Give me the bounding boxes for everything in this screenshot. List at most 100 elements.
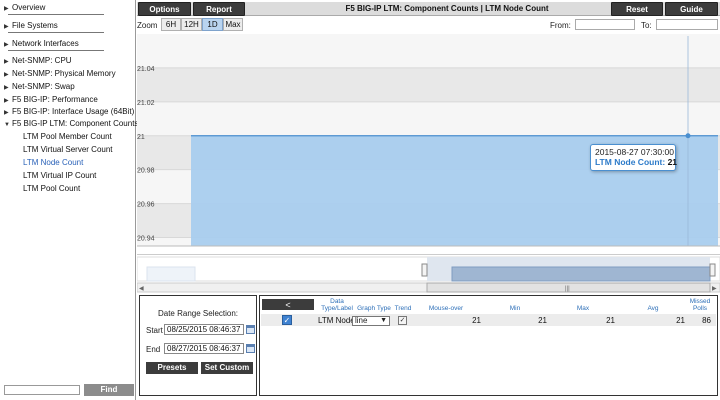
expand-arrow-icon: ▶ bbox=[4, 98, 9, 104]
sidebar-subitem-ltm-virtual-ip-count[interactable]: LTM Virtual IP Count bbox=[23, 171, 96, 180]
row-label: LTM Node bbox=[318, 316, 352, 325]
row-avg: 21 bbox=[676, 316, 685, 325]
from-date-input[interactable] bbox=[575, 19, 635, 30]
header-missed-polls: Missed Polls bbox=[689, 298, 711, 312]
sidebar-item-network-interfaces[interactable]: ▶ Network Interfaces bbox=[4, 39, 79, 48]
header-mouse-over: Mouse-over bbox=[428, 305, 464, 312]
navigator-handle-left[interactable] bbox=[421, 263, 428, 277]
expand-arrow-icon: ▶ bbox=[4, 24, 9, 30]
expand-arrow-icon: ▶ bbox=[4, 42, 9, 48]
hover-marker bbox=[685, 133, 691, 139]
tooltip-date: 2015-08-27 07:30:00 bbox=[595, 147, 674, 157]
sidebar-subitem-ltm-pool-count[interactable]: LTM Pool Count bbox=[23, 184, 80, 193]
reset-button[interactable]: Reset bbox=[611, 2, 663, 16]
nav-divider bbox=[8, 14, 104, 15]
scroll-left-icon[interactable]: ◀ bbox=[139, 286, 144, 292]
chart-band bbox=[137, 101, 720, 136]
find-button[interactable]: Find bbox=[84, 384, 134, 396]
sidebar-subitem-ltm-virtual-server-count[interactable]: LTM Virtual Server Count bbox=[23, 145, 113, 154]
scrollbar-grip-icon: ||| bbox=[565, 286, 570, 292]
sidebar-item-f5-ltm-component-counts[interactable]: ▼ F5 BIG-IP LTM: Component Counts bbox=[4, 119, 138, 128]
header-trend: Trend bbox=[394, 305, 412, 312]
from-label: From: bbox=[550, 21, 571, 30]
top-toolbar: Options Report F5 BIG-IP LTM: Component … bbox=[137, 2, 720, 16]
expand-arrow-icon: ▶ bbox=[4, 72, 9, 78]
end-label: End bbox=[146, 345, 161, 354]
trend-checkbox[interactable]: ✓ bbox=[398, 316, 407, 325]
start-label: Start bbox=[146, 326, 163, 335]
sidebar-item-f5-performance[interactable]: ▶ F5 BIG-IP: Performance bbox=[4, 95, 98, 104]
sidebar-item-f5-interface-usage[interactable]: ▶ F5 BIG-IP: Interface Usage (64Bit) bbox=[4, 107, 134, 116]
sidebar-subitem-ltm-pool-member-count[interactable]: LTM Pool Member Count bbox=[23, 132, 112, 141]
zoom-12h-button[interactable]: 12H bbox=[181, 18, 202, 31]
zoom-1d-button[interactable]: 1D bbox=[202, 18, 223, 31]
y-tick-label: 20.96 bbox=[137, 202, 155, 209]
y-tick-label: 20.94 bbox=[137, 236, 155, 243]
series-visible-checkbox[interactable]: ✓ bbox=[282, 315, 292, 325]
expand-arrow-icon: ▶ bbox=[4, 59, 9, 65]
expand-arrow-icon: ▶ bbox=[4, 110, 9, 116]
date-range-panel: Date Range Selection: Start 08/25/2015 0… bbox=[139, 295, 257, 396]
y-tick-label: 21.02 bbox=[137, 100, 155, 107]
guide-button[interactable]: Guide bbox=[665, 2, 718, 16]
to-date-input[interactable] bbox=[656, 19, 718, 30]
header-data-type: Data Type/Label bbox=[321, 298, 353, 312]
collapse-arrow-icon: ▼ bbox=[4, 122, 10, 128]
options-button[interactable]: Options bbox=[138, 2, 191, 16]
zoom-bar: Zoom 6H 12H 1D Max From: To: bbox=[137, 17, 720, 34]
sidebar-nav: ▶ Overview ▶ File Systems ▶ Network Interfa… bbox=[0, 0, 138, 400]
sidebar-item-overview[interactable]: ▶ Overview bbox=[4, 3, 45, 12]
nav-divider bbox=[8, 32, 104, 33]
scroll-right-icon[interactable]: ▶ bbox=[712, 286, 717, 292]
row-mouse-over: 21 bbox=[472, 316, 481, 325]
navigator-series-ghost bbox=[146, 266, 196, 282]
report-button[interactable]: Report bbox=[193, 2, 245, 16]
expand-arrow-icon: ▶ bbox=[4, 6, 9, 12]
range-navigator[interactable]: ||| ◀ ▶ bbox=[136, 254, 720, 293]
chevron-down-icon: ▼ bbox=[380, 317, 387, 324]
data-table-panel: < Data Type/Label Graph Type Trend Mouse… bbox=[259, 295, 718, 396]
sidebar-item-net-snmp-cpu[interactable]: ▶ Net-SNMP: CPU bbox=[4, 56, 72, 65]
chart-band bbox=[137, 34, 720, 68]
navigator-handle-right[interactable] bbox=[709, 263, 716, 277]
zoom-6h-button[interactable]: 6H bbox=[161, 18, 181, 31]
time-series-chart[interactable]: 21.04 21.02 21 20.98 20.96 20.94 bbox=[137, 34, 720, 250]
chart-band bbox=[137, 67, 720, 102]
navigator-svg: ||| ◀ ▶ bbox=[136, 256, 720, 293]
tooltip-series: LTM Node Count: 21 bbox=[595, 157, 678, 167]
tooltip-value: 21 bbox=[667, 157, 678, 167]
presets-button[interactable]: Presets bbox=[146, 362, 198, 374]
expand-arrow-icon: ▶ bbox=[4, 85, 9, 91]
sidebar-item-net-snmp-swap[interactable]: ▶ Net-SNMP: Swap bbox=[4, 82, 75, 91]
y-tick-label: 21.04 bbox=[137, 66, 155, 73]
nav-divider bbox=[8, 50, 104, 51]
sidebar-subitem-ltm-node-count[interactable]: LTM Node Count bbox=[23, 158, 83, 167]
end-date-input[interactable]: 08/27/2015 08:46:37 bbox=[164, 343, 244, 354]
find-input[interactable] bbox=[4, 385, 80, 395]
header-graph-type: Graph Type bbox=[357, 305, 391, 312]
back-button[interactable]: < bbox=[262, 299, 314, 310]
row-max: 21 bbox=[606, 316, 615, 325]
y-tick-label: 20.98 bbox=[137, 168, 155, 175]
to-label: To: bbox=[641, 21, 652, 30]
header-max: Max bbox=[576, 305, 590, 312]
zoom-label: Zoom bbox=[137, 21, 158, 30]
chart-area[interactable]: 21.04 21.02 21 20.98 20.96 20.94 2015-08-27 0… bbox=[137, 34, 720, 250]
page-title: F5 BIG-IP LTM: Component Counts | LTM No… bbox=[345, 4, 549, 13]
tooltip-series-name: LTM Node Count bbox=[595, 157, 663, 167]
calendar-icon[interactable] bbox=[246, 344, 255, 353]
sidebar-item-net-snmp-physical-memory[interactable]: ▶ Net-SNMP: Physical Memory bbox=[4, 69, 116, 78]
row-min: 21 bbox=[538, 316, 547, 325]
calendar-icon[interactable] bbox=[246, 325, 255, 334]
date-range-title: Date Range Selection: bbox=[157, 309, 239, 318]
set-custom-button[interactable]: Set Custom bbox=[201, 362, 253, 374]
sidebar-item-file-systems[interactable]: ▶ File Systems bbox=[4, 21, 58, 30]
header-min: Min bbox=[509, 305, 521, 312]
zoom-max-button[interactable]: Max bbox=[223, 18, 243, 31]
start-date-input[interactable]: 08/25/2015 08:46:37 bbox=[164, 324, 244, 335]
chart-tooltip: 2015-08-27 07:30:00 LTM Node Count: 21 bbox=[590, 144, 678, 171]
graph-type-select[interactable]: line ▼ bbox=[352, 316, 390, 326]
y-tick-label: 21 bbox=[137, 134, 145, 141]
row-missed-polls: 86 bbox=[702, 316, 711, 325]
table-row[interactable]: LTM Node 21 21 21 21 86 bbox=[261, 314, 716, 326]
